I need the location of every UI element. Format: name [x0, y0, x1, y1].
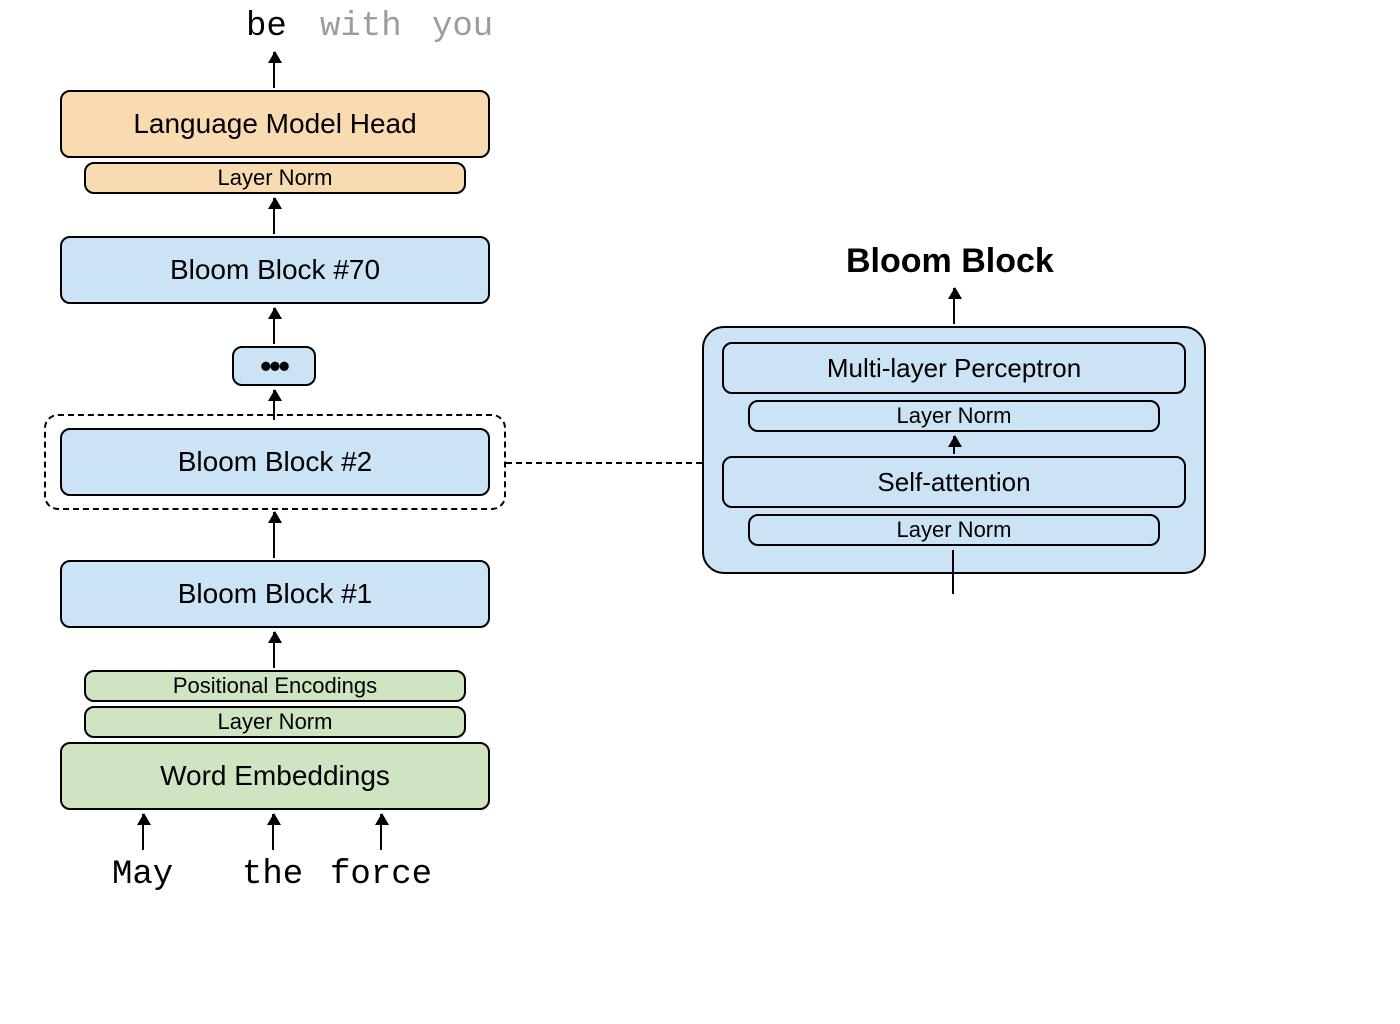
bloom-block-1-box: Bloom Block #1 [60, 560, 490, 628]
bloom-block-70-label: Bloom Block #70 [170, 254, 380, 286]
positional-encodings-box: Positional Encodings [84, 670, 466, 702]
self-attention-label: Self-attention [877, 467, 1030, 498]
line-detail-in [952, 550, 954, 594]
layer-norm-top-label: Layer Norm [218, 165, 333, 191]
bloom-block-70-box: Bloom Block #70 [60, 236, 490, 304]
layer-norm-bottom-box: Layer Norm [84, 706, 466, 738]
arrow-block70-to-ln [273, 198, 275, 234]
ellipsis-dots: ••• [260, 348, 288, 385]
lm-head-box: Language Model Head [60, 90, 490, 158]
input-word-3: force [330, 856, 432, 894]
bloom-block-1-label: Bloom Block #1 [178, 578, 373, 610]
dashed-connector [506, 462, 702, 464]
mlp-label: Multi-layer Perceptron [827, 353, 1081, 384]
detail-ln2-label: Layer Norm [897, 517, 1012, 543]
arrow-posenc-to-block1 [273, 632, 275, 668]
layer-norm-top-box: Layer Norm [84, 162, 466, 194]
input-word-2: the [242, 856, 303, 894]
arrow-input-2 [272, 814, 274, 850]
output-word-1: be [246, 8, 287, 46]
mlp-box: Multi-layer Perceptron [722, 342, 1186, 394]
arrow-detail-out [953, 288, 955, 324]
bloom-block-2-box: Bloom Block #2 [60, 428, 490, 496]
detail-ln1-box: Layer Norm [748, 400, 1160, 432]
bloom-block-title: Bloom Block [846, 242, 1054, 281]
positional-encodings-label: Positional Encodings [173, 673, 377, 699]
arrow-input-3 [380, 814, 382, 850]
self-attention-box: Self-attention [722, 456, 1186, 508]
arrow-input-1 [142, 814, 144, 850]
word-embeddings-box: Word Embeddings [60, 742, 490, 810]
lm-head-label: Language Model Head [133, 108, 416, 140]
ellipsis-box: ••• [232, 346, 316, 386]
input-word-1: May [112, 856, 173, 894]
arrow-block1-to-block2 [273, 512, 275, 558]
word-embeddings-label: Word Embeddings [160, 760, 390, 792]
detail-ln1-label: Layer Norm [897, 403, 1012, 429]
arrow-lmhead-to-output [273, 52, 275, 88]
output-word-2: with [320, 8, 402, 46]
bloom-block-2-label: Bloom Block #2 [178, 446, 373, 478]
arrow-dots-to-block70 [273, 308, 275, 344]
detail-ln2-box: Layer Norm [748, 514, 1160, 546]
layer-norm-bottom-label: Layer Norm [218, 709, 333, 735]
arrow-selfattn-to-ln1 [953, 436, 955, 454]
output-word-3: you [432, 8, 493, 46]
